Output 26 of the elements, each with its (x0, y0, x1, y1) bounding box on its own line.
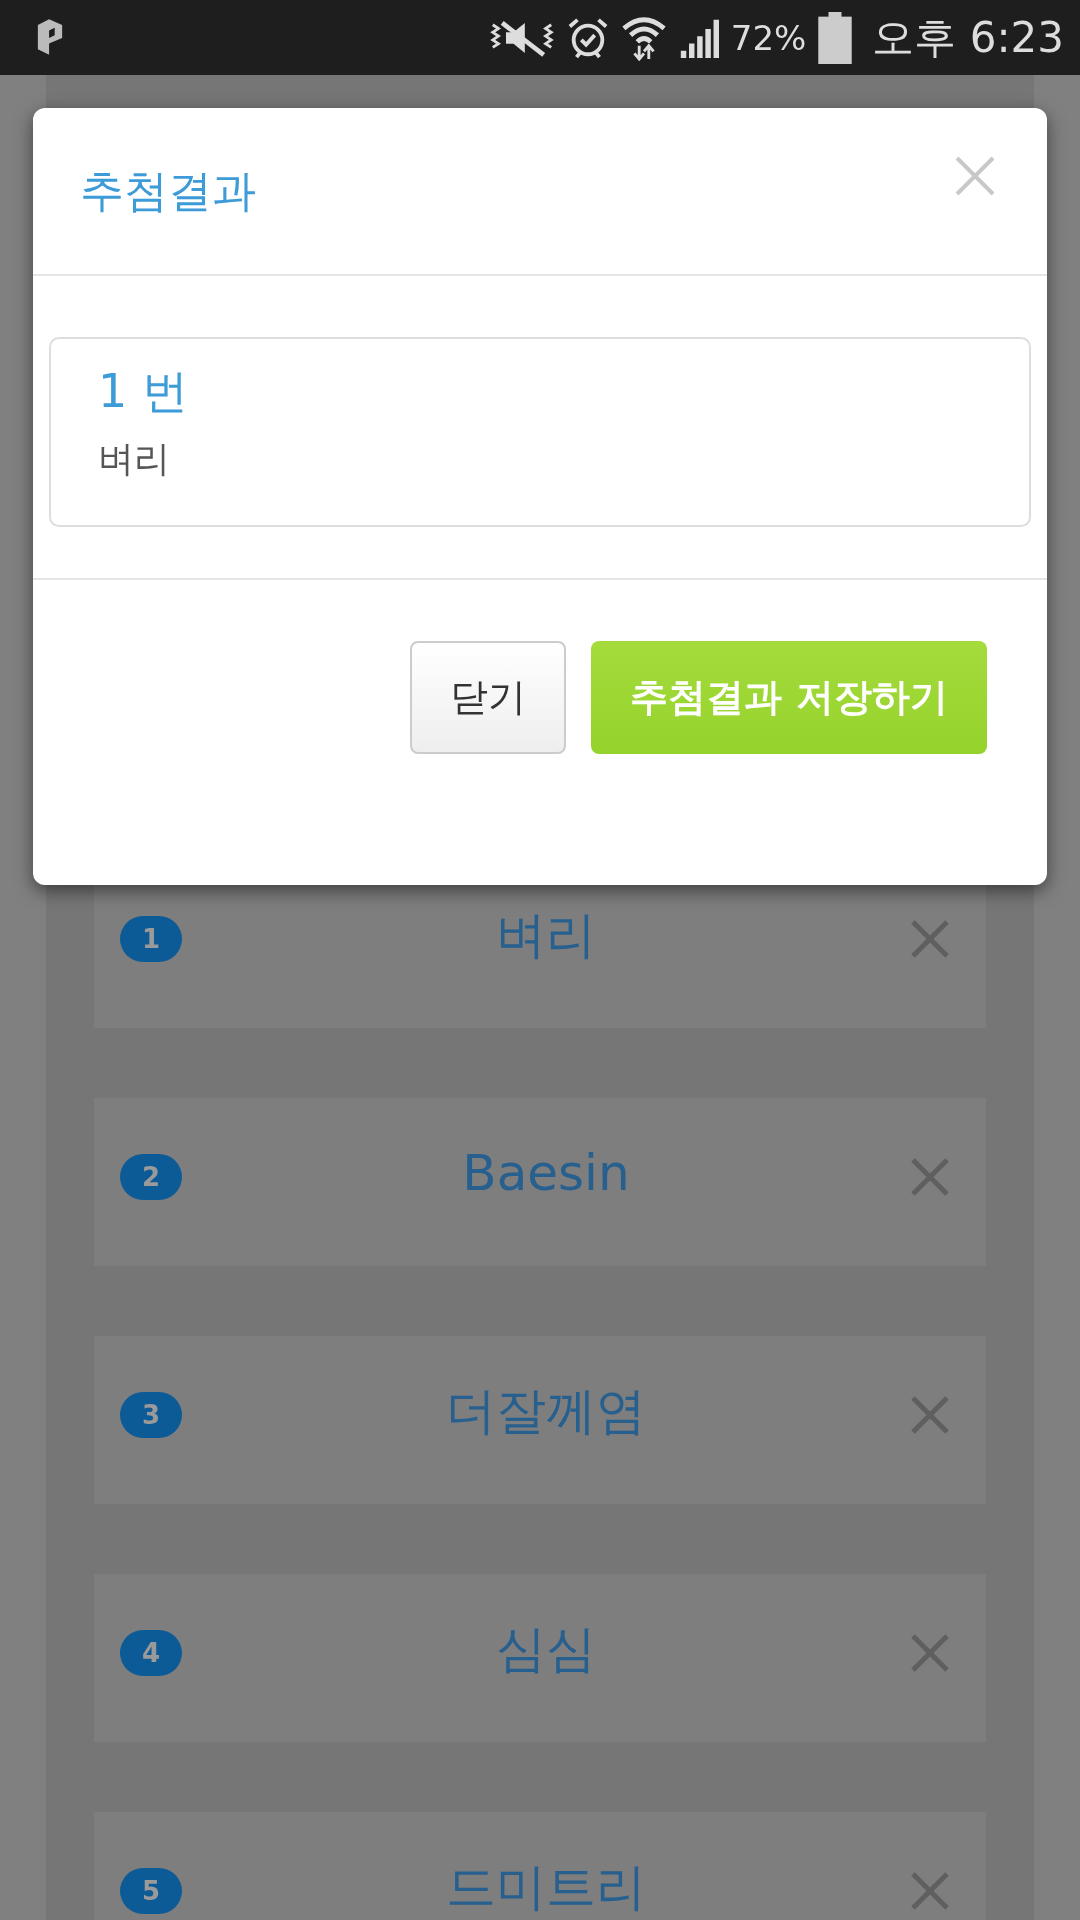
participant-name: 벼리 (495, 904, 597, 966)
alarm-icon (566, 16, 609, 59)
number-badge: 1 (120, 916, 182, 962)
participant-name: Baesin (461, 1144, 631, 1202)
remove-icon[interactable] (910, 1157, 950, 1197)
remove-icon[interactable] (910, 1395, 950, 1435)
number-badge: 4 (120, 1630, 182, 1676)
participant-name: 더잘께염 (445, 1380, 647, 1442)
close-icon[interactable] (955, 156, 995, 196)
number-badge: 5 (120, 1868, 182, 1914)
wifi-icon (620, 14, 667, 61)
battery-icon (818, 11, 853, 64)
close-button[interactable]: 닫기 (410, 641, 566, 754)
remove-icon[interactable] (910, 1633, 950, 1673)
result-name: 벼리 (98, 437, 171, 481)
number-badge: 2 (120, 1154, 182, 1200)
participant-name: 심심 (495, 1618, 597, 1680)
participant-name: 드미트리 (445, 1856, 647, 1918)
remove-icon[interactable] (910, 919, 950, 959)
dialog-title: 추첨결과 (80, 163, 256, 218)
result-number: 1 번 (98, 363, 189, 420)
number-badge: 3 (120, 1392, 182, 1438)
remove-icon[interactable] (910, 1871, 950, 1911)
app-logo-icon (36, 18, 64, 57)
clock-time: 오후 6:23 (872, 11, 1064, 64)
battery-percent: 72% (730, 17, 807, 58)
